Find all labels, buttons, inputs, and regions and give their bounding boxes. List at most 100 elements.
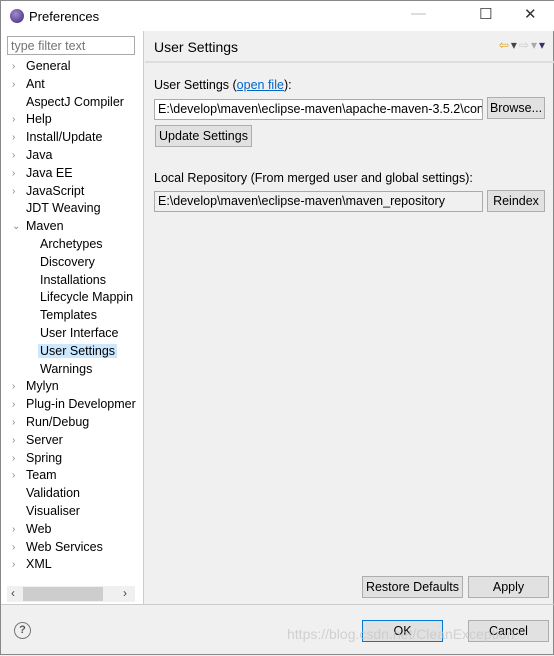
tree-item[interactable]: Visualiser	[1, 503, 144, 521]
tree-item-label: Warnings	[40, 361, 93, 376]
tree-item[interactable]: Warnings	[1, 361, 144, 379]
tree-item[interactable]: › Spring	[1, 450, 144, 468]
horizontal-scrollbar[interactable]: ‹ ›	[7, 586, 135, 602]
chevron-right-icon[interactable]: ›	[12, 414, 15, 432]
chevron-right-icon[interactable]: ›	[12, 556, 15, 574]
restore-defaults-button[interactable]: Restore Defaults	[362, 576, 463, 598]
tree-item[interactable]: › General	[1, 58, 144, 76]
user-settings-field[interactable]: E:\develop\maven\eclipse-maven\apache-ma…	[154, 99, 483, 120]
tree-item-label: Archetypes	[40, 236, 103, 251]
preferences-tree-panel: › General › Ant AspectJ Compiler › Help › Instal…	[1, 31, 144, 604]
tree-item[interactable]: › Plug-in Developmer	[1, 396, 144, 414]
minimize-button[interactable]: —	[411, 5, 426, 22]
tree-item[interactable]: Archetypes	[1, 236, 144, 254]
scroll-left-icon[interactable]: ‹	[11, 586, 15, 600]
tree-item-label: Plug-in Developmer	[26, 397, 136, 412]
tree-item[interactable]: Validation	[1, 485, 144, 503]
tree-item[interactable]: › Mylyn	[1, 378, 144, 396]
tree-item[interactable]: › Java	[1, 147, 144, 165]
tree-item[interactable]: › XML	[1, 556, 144, 574]
chevron-right-icon[interactable]: ›	[12, 58, 15, 76]
chevron-right-icon[interactable]: ›	[12, 521, 15, 539]
preferences-tree: › General › Ant AspectJ Compiler › Help › Instal…	[1, 58, 144, 574]
tree-item[interactable]: › Team	[1, 467, 144, 485]
tree-item-label: User Settings	[38, 343, 118, 358]
local-repository-label: Local Repository (From merged user and g…	[154, 171, 473, 185]
tree-item[interactable]: Installations	[1, 272, 144, 290]
tree-item-label: Web	[26, 521, 52, 536]
chevron-right-icon[interactable]: ›	[12, 129, 15, 147]
chevron-right-icon[interactable]: ›	[12, 76, 15, 94]
tree-item-label: User Interface	[40, 325, 119, 340]
chevron-right-icon[interactable]: ›	[12, 111, 15, 129]
tree-item-label: Help	[26, 112, 52, 127]
local-repository-field[interactable]: E:\develop\maven\eclipse-maven\maven_rep…	[154, 191, 483, 212]
chevron-right-icon[interactable]: ›	[12, 396, 15, 414]
chevron-right-icon[interactable]: ›	[12, 450, 15, 468]
browse-button[interactable]: Browse...	[487, 97, 545, 119]
chevron-down-icon[interactable]: ⌄	[12, 218, 20, 236]
tree-item[interactable]: › Web	[1, 521, 144, 539]
chevron-right-icon[interactable]: ›	[12, 378, 15, 396]
tree-item[interactable]: AspectJ Compiler	[1, 94, 144, 112]
filter-input[interactable]	[7, 36, 135, 55]
chevron-right-icon[interactable]: ›	[12, 147, 15, 165]
title-bar: Preferences — ☐ ✕	[1, 1, 554, 31]
tree-item-label: Java EE	[26, 165, 73, 180]
tree-item-label: Web Services	[26, 539, 103, 554]
tree-item-label: Templates	[40, 308, 97, 323]
scroll-right-icon[interactable]: ›	[123, 586, 127, 600]
scrollbar-thumb[interactable]	[23, 587, 103, 601]
maximize-button[interactable]: ☐	[479, 5, 492, 23]
tree-item[interactable]: JDT Weaving	[1, 200, 144, 218]
close-button[interactable]: ✕	[524, 5, 537, 23]
tree-item[interactable]: › Install/Update	[1, 129, 144, 147]
tree-item[interactable]: User Interface	[1, 325, 144, 343]
tree-item-label: Spring	[26, 450, 63, 465]
tree-item[interactable]: › Java EE	[1, 165, 144, 183]
tree-item[interactable]: › Ant	[1, 76, 144, 94]
window-title: Preferences	[29, 9, 100, 24]
update-settings-button[interactable]: Update Settings	[155, 125, 252, 147]
chevron-right-icon[interactable]: ›	[12, 539, 15, 557]
tree-item[interactable]: › Web Services	[1, 539, 144, 557]
chevron-right-icon[interactable]: ›	[12, 183, 15, 201]
open-file-link[interactable]: open file	[237, 78, 284, 92]
chevron-right-icon[interactable]: ›	[12, 165, 15, 183]
chevron-right-icon[interactable]: ›	[12, 432, 15, 450]
dialog-footer: ? OK Cancel https://blog.csdn.net/CleanE…	[1, 604, 554, 656]
tree-item[interactable]: › JavaScript	[1, 183, 144, 201]
tree-item-label: Discovery	[40, 254, 95, 269]
tree-item-label: Installations	[40, 272, 107, 287]
tree-item-label: Run/Debug	[26, 414, 90, 429]
tree-item-label: JavaScript	[26, 183, 85, 198]
tree-item[interactable]: Lifecycle Mappin	[1, 289, 144, 307]
tree-item-label: XML	[26, 557, 52, 572]
apply-button[interactable]: Apply	[468, 576, 549, 598]
settings-page: User Settings ⇦▾⇨▾▾ User Settings (open …	[145, 31, 554, 604]
tree-item-label: Team	[26, 468, 57, 483]
back-icon: ⇦	[498, 38, 511, 52]
tree-item-label: Mylyn	[26, 379, 59, 394]
tree-item[interactable]: › Run/Debug	[1, 414, 144, 432]
tree-item[interactable]: Templates	[1, 307, 144, 325]
tree-item[interactable]: › Server	[1, 432, 144, 450]
tree-item-label: Ant	[26, 76, 45, 91]
reindex-button[interactable]: Reindex	[487, 190, 545, 212]
tree-item-label: AspectJ Compiler	[26, 94, 124, 109]
help-icon[interactable]: ?	[14, 622, 31, 639]
watermark: https://blog.csdn.net/CleanException	[287, 626, 515, 642]
tree-item[interactable]: ⌄ Maven	[1, 218, 144, 236]
page-title: User Settings	[154, 39, 239, 55]
tree-item[interactable]: › Help	[1, 111, 144, 129]
tree-item[interactable]: User Settings	[1, 343, 144, 361]
tree-item-label: Server	[26, 432, 63, 447]
navigation-arrows[interactable]: ⇦▾⇨▾▾	[499, 38, 547, 52]
tree-item-label: General	[26, 59, 71, 73]
tree-item-label: Validation	[26, 486, 80, 501]
divider	[145, 61, 554, 63]
user-settings-label: User Settings (open file):	[154, 78, 292, 92]
tree-item-label: Java	[26, 147, 53, 162]
tree-item[interactable]: Discovery	[1, 254, 144, 272]
chevron-right-icon[interactable]: ›	[12, 467, 15, 485]
